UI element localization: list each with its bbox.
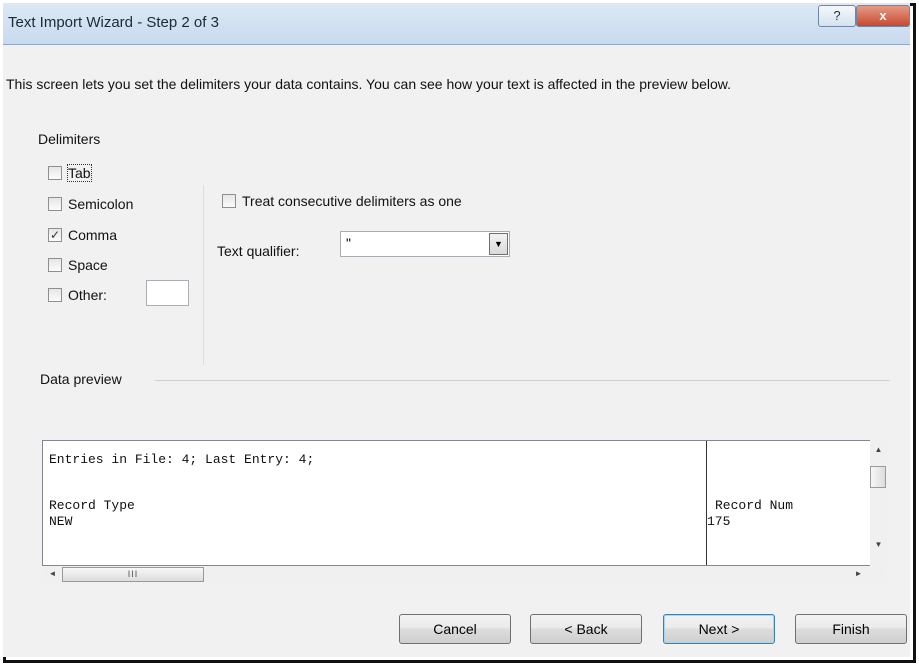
- space-checkbox[interactable]: Space: [48, 255, 108, 275]
- preview-line: Record Type: [49, 498, 135, 513]
- close-button[interactable]: x: [856, 5, 910, 27]
- text-qualifier-label: Text qualifier:: [217, 243, 300, 259]
- horizontal-scroll-thumb[interactable]: III: [62, 567, 204, 582]
- preview-line: NEW: [49, 514, 73, 529]
- space-checkbox-label[interactable]: Space: [68, 257, 108, 273]
- scroll-left-icon[interactable]: ◄: [44, 569, 61, 578]
- finish-button[interactable]: Finish: [795, 614, 907, 644]
- treat-consecutive-checkbox-box[interactable]: [222, 194, 236, 208]
- dialog-body: This screen lets you set the delimiters …: [3, 45, 910, 657]
- preview-col2-line: Record Num: [715, 498, 794, 513]
- title-bar: Text Import Wizard - Step 2 of 3 ? x: [3, 3, 910, 45]
- scroll-right-icon[interactable]: ►: [850, 569, 867, 578]
- space-checkbox-box[interactable]: [48, 258, 62, 272]
- tab-checkbox-label[interactable]: Tab: [67, 164, 92, 182]
- delimiters-separator: [203, 185, 204, 365]
- data-preview-pane[interactable]: Entries in File: 4; Last Entry: 4; Recor…: [42, 440, 886, 566]
- text-qualifier-value: ": [346, 235, 351, 251]
- preview-col2-line: 175: [707, 514, 731, 529]
- other-checkbox[interactable]: Other:: [48, 285, 107, 305]
- comma-checkbox-label[interactable]: Comma: [68, 227, 117, 243]
- data-preview-group-line: [155, 380, 890, 381]
- help-button[interactable]: ?: [818, 5, 856, 27]
- scroll-up-icon[interactable]: ▲: [870, 445, 887, 454]
- comma-checkbox-box[interactable]: ✓: [48, 228, 62, 242]
- treat-consecutive-label[interactable]: Treat consecutive delimiters as one: [242, 193, 462, 209]
- scroll-down-icon[interactable]: ▼: [870, 540, 887, 549]
- preview-horizontal-scrollbar[interactable]: ◄ III ►: [42, 566, 886, 583]
- other-checkbox-label[interactable]: Other:: [68, 287, 107, 303]
- dropdown-arrow-icon[interactable]: ▼: [489, 233, 508, 255]
- intro-text: This screen lets you set the delimiters …: [6, 76, 732, 92]
- semicolon-checkbox-label[interactable]: Semicolon: [68, 196, 133, 212]
- window-title: Text Import Wizard - Step 2 of 3: [8, 14, 219, 31]
- semicolon-checkbox[interactable]: Semicolon: [48, 194, 133, 214]
- column-break-line[interactable]: [706, 441, 707, 565]
- comma-checkbox[interactable]: ✓ Comma: [48, 225, 117, 245]
- semicolon-checkbox-box[interactable]: [48, 197, 62, 211]
- treat-consecutive-checkbox[interactable]: Treat consecutive delimiters as one: [222, 191, 462, 211]
- data-preview-label: Data preview: [40, 371, 122, 387]
- tab-checkbox-box[interactable]: [48, 166, 62, 180]
- back-button[interactable]: < Back: [530, 614, 642, 644]
- preview-vertical-scrollbar[interactable]: ▲ ▼: [870, 440, 887, 566]
- vertical-scroll-thumb[interactable]: [870, 466, 886, 488]
- delimiters-group-label: Delimiters: [38, 131, 101, 147]
- other-delimiter-input[interactable]: [146, 280, 189, 306]
- other-checkbox-box[interactable]: [48, 288, 62, 302]
- text-qualifier-select[interactable]: " ▼: [340, 231, 510, 257]
- preview-line: Entries in File: 4; Last Entry: 4;: [49, 452, 315, 467]
- cancel-button[interactable]: Cancel: [399, 614, 511, 644]
- next-button[interactable]: Next >: [663, 614, 775, 644]
- tab-checkbox[interactable]: Tab: [48, 163, 92, 183]
